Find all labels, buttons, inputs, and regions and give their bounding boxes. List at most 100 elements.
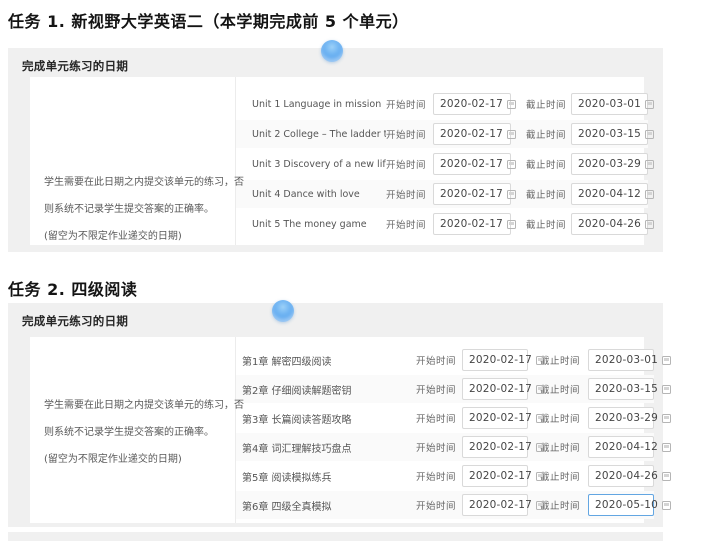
unit-label: Unit 3 Discovery of a new life ...	[252, 159, 386, 170]
end-date-input[interactable]: 2020-03-29	[588, 407, 654, 429]
end-date-input-focused[interactable]: 2020-05-10	[588, 494, 654, 516]
start-date-input[interactable]: 2020-02-17	[433, 183, 511, 205]
cursor-click-indicator	[272, 300, 294, 322]
start-date-input[interactable]: 2020-02-17	[433, 153, 511, 175]
start-date-input[interactable]: 2020-02-17	[433, 93, 511, 115]
date-value: 2020-02-17	[469, 441, 532, 453]
start-date-input[interactable]: 2020-02-17	[462, 407, 528, 429]
start-date-input[interactable]: 2020-02-17	[433, 123, 511, 145]
unit-row: Unit 2 College – The ladder to... 开始时间 2…	[236, 120, 648, 148]
unit-row: 第2章 仔细阅读解题密钥 开始时间 2020-02-17 截止时间 2020-0…	[236, 375, 654, 403]
panel-description: 学生需要在此日期之内提交该单元的练习，否 则系统不记录学生提交答案的正确率。 (…	[30, 77, 236, 245]
date-value: 2020-02-17	[469, 499, 532, 511]
end-date-input[interactable]: 2020-04-12	[588, 436, 654, 458]
date-value: 2020-05-10	[595, 499, 658, 511]
start-date-input[interactable]: 2020-02-17	[462, 349, 528, 371]
end-date-input[interactable]: 2020-04-26	[571, 213, 648, 235]
calendar-icon	[645, 130, 654, 139]
next-panel-cutoff	[8, 532, 663, 541]
date-value: 2020-04-12	[578, 188, 641, 200]
date-value: 2020-03-29	[595, 412, 658, 424]
panel-card: 学生需要在此日期之内提交该单元的练习，否 则系统不记录学生提交答案的正确率。 (…	[30, 337, 644, 523]
start-time-label: 开始时间	[386, 97, 426, 111]
end-date-input[interactable]: 2020-04-12	[571, 183, 648, 205]
start-time-label: 开始时间	[386, 217, 426, 231]
note-line: 学生需要在此日期之内提交该单元的练习，否	[44, 169, 244, 196]
unit-row: Unit 5 The money game 开始时间 2020-02-17 截止…	[236, 210, 648, 238]
unit-row: Unit 3 Discovery of a new life ... 开始时间 …	[236, 150, 648, 178]
start-date-input[interactable]: 2020-02-17	[462, 436, 528, 458]
calendar-icon	[536, 414, 545, 423]
unit-label: 第2章 仔细阅读解题密钥	[242, 382, 416, 397]
end-date-input[interactable]: 2020-03-15	[588, 378, 654, 400]
panel-title: 完成单元练习的日期	[8, 303, 663, 329]
end-time-label: 截止时间	[540, 353, 580, 367]
note-line: (留空为不限定作业递交的日期)	[44, 223, 244, 250]
end-date-input[interactable]: 2020-03-15	[571, 123, 648, 145]
end-date-input[interactable]: 2020-03-01	[571, 93, 648, 115]
calendar-icon	[645, 190, 654, 199]
date-value: 2020-03-01	[578, 98, 641, 110]
end-time-label: 截止时间	[526, 127, 566, 141]
start-time-label: 开始时间	[416, 498, 456, 512]
calendar-icon	[536, 443, 545, 452]
date-value: 2020-02-17	[440, 158, 503, 170]
end-date-input[interactable]: 2020-03-29	[571, 153, 648, 175]
unit-label: Unit 4 Dance with love	[252, 189, 386, 200]
start-date-input[interactable]: 2020-02-17	[462, 494, 528, 516]
date-value: 2020-04-12	[595, 441, 658, 453]
start-time-label: 开始时间	[386, 187, 426, 201]
date-value: 2020-02-17	[440, 98, 503, 110]
calendar-icon	[645, 100, 654, 109]
unit-row: Unit 1 Language in mission 开始时间 2020-02-…	[236, 90, 648, 118]
date-value: 2020-04-26	[578, 218, 641, 230]
unit-label: 第6章 四级全真模拟	[242, 498, 416, 513]
date-value: 2020-03-29	[578, 158, 641, 170]
task2-date-settings-panel: 完成单元练习的日期 学生需要在此日期之内提交该单元的练习，否 则系统不记录学生提…	[8, 303, 663, 527]
end-time-label: 截止时间	[526, 217, 566, 231]
panel-description: 学生需要在此日期之内提交该单元的练习，否 则系统不记录学生提交答案的正确率。 (…	[30, 337, 236, 523]
end-time-label: 截止时间	[526, 157, 566, 171]
end-date-input[interactable]: 2020-04-26	[588, 465, 654, 487]
calendar-icon	[536, 501, 545, 510]
date-value: 2020-02-17	[440, 128, 503, 140]
calendar-icon	[645, 220, 654, 229]
note-line: 则系统不记录学生提交答案的正确率。	[44, 419, 244, 446]
unit-row: 第1章 解密四级阅读 开始时间 2020-02-17 截止时间 2020-03-…	[236, 346, 654, 374]
unit-label: 第5章 阅读模拟练兵	[242, 469, 416, 484]
date-value: 2020-02-17	[469, 354, 532, 366]
calendar-icon	[662, 356, 671, 365]
unit-row: 第5章 阅读模拟练兵 开始时间 2020-02-17 截止时间 2020-04-…	[236, 462, 654, 490]
end-time-label: 截止时间	[540, 411, 580, 425]
task1-date-settings-panel: 完成单元练习的日期 学生需要在此日期之内提交该单元的练习，否 则系统不记录学生提…	[8, 48, 663, 252]
unit-label: Unit 1 Language in mission	[252, 99, 386, 110]
start-date-input[interactable]: 2020-02-17	[433, 213, 511, 235]
start-time-label: 开始时间	[386, 157, 426, 171]
date-value: 2020-03-01	[595, 354, 658, 366]
task1-heading: 任务 1. 新视野大学英语二（本学期完成前 5 个单元）	[8, 8, 409, 32]
calendar-icon	[507, 220, 516, 229]
date-value: 2020-02-17	[469, 412, 532, 424]
date-value: 2020-02-17	[440, 188, 503, 200]
note-line: 则系统不记录学生提交答案的正确率。	[44, 196, 244, 223]
cursor-click-indicator	[321, 40, 343, 62]
date-value: 2020-04-26	[595, 470, 658, 482]
date-value: 2020-03-15	[578, 128, 641, 140]
unit-row: 第3章 长篇阅读答题攻略 开始时间 2020-02-17 截止时间 2020-0…	[236, 404, 654, 432]
end-date-input[interactable]: 2020-03-01	[588, 349, 654, 371]
panel-card: 学生需要在此日期之内提交该单元的练习，否 则系统不记录学生提交答案的正确率。 (…	[30, 77, 644, 245]
start-time-label: 开始时间	[416, 411, 456, 425]
end-time-label: 截止时间	[540, 469, 580, 483]
start-time-label: 开始时间	[416, 353, 456, 367]
note-line: (留空为不限定作业递交的日期)	[44, 446, 244, 473]
unit-label: Unit 2 College – The ladder to...	[252, 129, 386, 140]
unit-label: 第3章 长篇阅读答题攻略	[242, 411, 416, 426]
calendar-icon	[507, 160, 516, 169]
calendar-icon	[536, 356, 545, 365]
start-date-input[interactable]: 2020-02-17	[462, 378, 528, 400]
unit-row: Unit 4 Dance with love 开始时间 2020-02-17 截…	[236, 180, 648, 208]
end-time-label: 截止时间	[540, 498, 580, 512]
start-time-label: 开始时间	[416, 382, 456, 396]
start-date-input[interactable]: 2020-02-17	[462, 465, 528, 487]
calendar-icon	[662, 385, 671, 394]
